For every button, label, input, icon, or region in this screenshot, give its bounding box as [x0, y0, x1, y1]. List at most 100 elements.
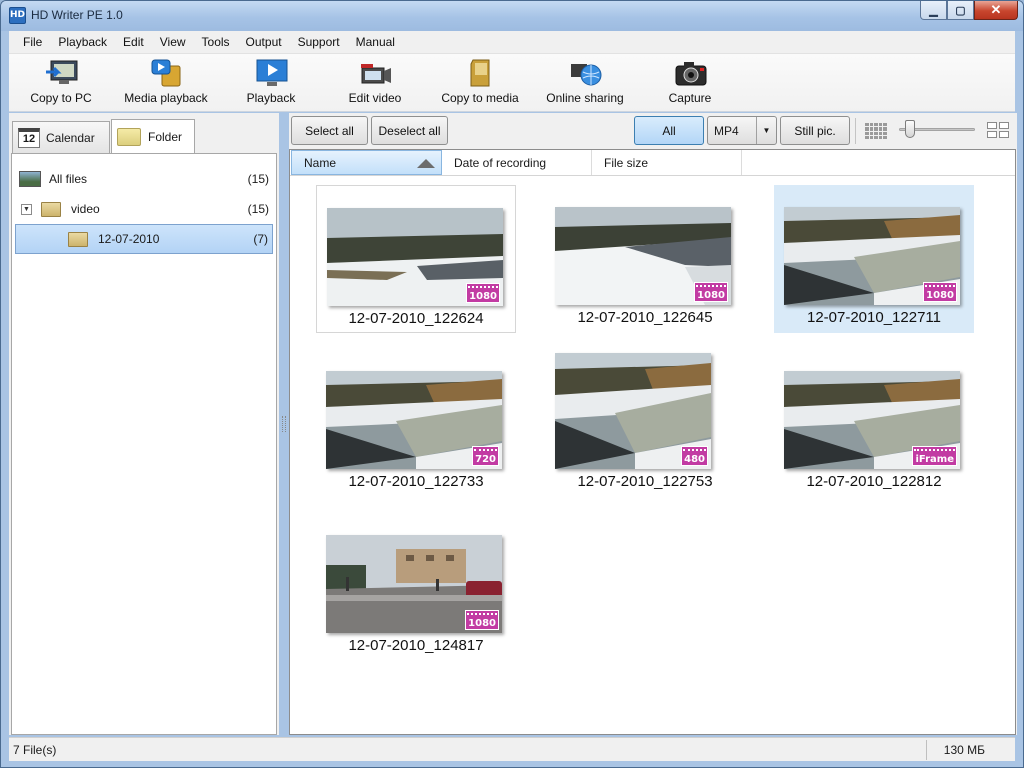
folder-icon	[117, 128, 141, 146]
thumbnail-item[interactable]: iFrame 12-07-2010_122812	[774, 349, 974, 497]
tree-item-count: (7)	[253, 232, 268, 246]
menu-tools[interactable]: Tools	[194, 31, 238, 53]
resolution-badge: 1080	[465, 610, 499, 630]
status-divider	[926, 740, 927, 760]
menu-file[interactable]: File	[15, 31, 50, 53]
tree-item-all-files[interactable]: All files (15)	[15, 164, 273, 194]
globe-icon	[569, 58, 602, 88]
folder-icon	[41, 201, 61, 217]
dropdown-arrow-icon: ▼	[756, 117, 776, 144]
total-size: 130 МБ	[943, 743, 985, 757]
video-thumbnail: 480	[555, 353, 711, 469]
toolbar: Copy to PC Media playback Playback Edit …	[9, 54, 1015, 112]
edit-video-icon	[359, 58, 391, 88]
folder-icon	[68, 231, 88, 247]
resolution-badge: 480	[681, 446, 708, 466]
video-thumbnail: 1080	[326, 535, 502, 633]
sd-card-icon	[464, 58, 496, 88]
column-header-size[interactable]: File size	[592, 150, 742, 175]
video-thumbnail: 1080	[784, 207, 960, 305]
copy-to-pc-icon	[45, 58, 78, 88]
tab-calendar[interactable]: 12 Calendar	[12, 121, 110, 153]
thumbnail-item[interactable]: 720 12-07-2010_122733	[316, 349, 516, 497]
close-button[interactable]: ✕	[974, 1, 1018, 20]
copy-to-media-button[interactable]: Copy to media	[425, 58, 535, 105]
deselect-all-button[interactable]: Deselect all	[371, 116, 448, 145]
large-thumbnails-icon[interactable]	[987, 122, 1009, 138]
online-sharing-button[interactable]: Online sharing	[530, 58, 640, 105]
menu-playback[interactable]: Playback	[50, 31, 115, 53]
panel-splitter[interactable]	[282, 416, 286, 432]
tree-item-label: All files	[49, 172, 88, 186]
thumbnail-item[interactable]: 480 12-07-2010_122753	[545, 349, 745, 497]
media-playback-icon	[150, 58, 182, 88]
app-window: HD HD Writer PE 1.0 ▁ ▢ ✕ File Playback …	[0, 0, 1024, 768]
column-headers: Name Date of recording File size	[290, 150, 1015, 176]
playback-label: Playback	[246, 91, 296, 105]
format-select[interactable]: MP4 ▼	[707, 116, 777, 145]
sort-ascending-icon	[417, 159, 435, 168]
tree-item-count: (15)	[247, 172, 269, 186]
media-playback-label: Media playback	[124, 91, 208, 105]
edit-video-button[interactable]: Edit video	[320, 58, 430, 105]
thumbnail-label: 12-07-2010_122711	[806, 309, 941, 326]
menu-output[interactable]: Output	[238, 31, 290, 53]
media-playback-button[interactable]: Media playback	[111, 58, 221, 105]
thumbnail-item[interactable]: 1080 12-07-2010_122711	[774, 185, 974, 333]
resolution-badge: iFrame	[912, 446, 957, 466]
select-all-button[interactable]: Select all	[291, 116, 368, 145]
tree-item-12-07-2010[interactable]: 12-07-2010 (7)	[15, 224, 273, 254]
menu-view[interactable]: View	[152, 31, 194, 53]
file-view: Name Date of recording File size 1080 12…	[289, 149, 1016, 735]
thumbnail-label: 12-07-2010_124817	[348, 637, 484, 654]
thumbnail-label: 12-07-2010_122645	[577, 309, 713, 326]
view-tabs: 12 Calendar Folder	[11, 117, 279, 154]
tab-folder[interactable]: Folder	[111, 119, 195, 154]
online-sharing-label: Online sharing	[546, 91, 624, 105]
minimize-button[interactable]: ▁	[920, 1, 947, 20]
capture-button[interactable]: Capture	[635, 58, 745, 105]
copy-to-pc-label: Copy to PC	[30, 91, 92, 105]
small-thumbnails-icon[interactable]	[865, 123, 887, 139]
resolution-badge: 1080	[923, 282, 957, 302]
capture-label: Capture	[668, 91, 712, 105]
title-bar[interactable]: HD HD Writer PE 1.0 ▁ ▢ ✕	[1, 1, 1023, 31]
tab-calendar-label: Calendar	[46, 130, 95, 145]
copy-to-media-label: Copy to media	[441, 91, 519, 105]
playback-button[interactable]: Playback	[216, 58, 326, 105]
calendar-icon: 12	[18, 127, 40, 148]
file-count: 7 File(s)	[13, 743, 57, 757]
tree-item-video[interactable]: ▼ video (15)	[15, 194, 273, 224]
still-pic-button[interactable]: Still pic.	[780, 116, 850, 145]
edit-video-label: Edit video	[348, 91, 402, 105]
status-bar: 7 File(s) 130 МБ	[9, 737, 1015, 761]
thumbnail-label: 12-07-2010_122624	[348, 310, 484, 327]
thumbnail-size-slider-thumb[interactable]	[905, 120, 915, 138]
menu-edit[interactable]: Edit	[115, 31, 152, 53]
toolbar-divider	[855, 118, 856, 144]
right-panel: Select all Deselect all All MP4 ▼ Still …	[289, 113, 1017, 735]
copy-to-pc-button[interactable]: Copy to PC	[6, 58, 116, 105]
menu-support[interactable]: Support	[290, 31, 348, 53]
playback-icon	[255, 58, 288, 88]
camera-icon	[674, 58, 707, 88]
menu-manual[interactable]: Manual	[348, 31, 403, 53]
thumbnail-item[interactable]: 1080 12-07-2010_122645	[545, 185, 745, 333]
filter-bar: Select all Deselect all All MP4 ▼ Still …	[289, 113, 1017, 149]
video-thumbnail: 720	[326, 371, 502, 469]
tree-item-label: video	[71, 202, 100, 216]
maximize-button[interactable]: ▢	[947, 1, 974, 20]
filter-all-button[interactable]: All	[634, 116, 704, 145]
thumbnail-item[interactable]: 1080 12-07-2010_124817	[316, 513, 516, 661]
column-header-name[interactable]: Name	[291, 150, 442, 175]
resolution-badge: 1080	[694, 282, 728, 302]
thumbnail-item[interactable]: 1080 12-07-2010_122624	[316, 185, 516, 333]
app-icon: HD	[9, 7, 26, 24]
tree-item-label: 12-07-2010	[98, 232, 160, 246]
column-header-name-label: Name	[304, 155, 337, 170]
resolution-badge: 1080	[466, 283, 500, 303]
video-thumbnail: iFrame	[784, 371, 960, 469]
column-header-date[interactable]: Date of recording	[442, 150, 592, 175]
collapse-toggle-icon[interactable]: ▼	[21, 203, 32, 215]
video-thumbnail: 1080	[555, 207, 731, 305]
